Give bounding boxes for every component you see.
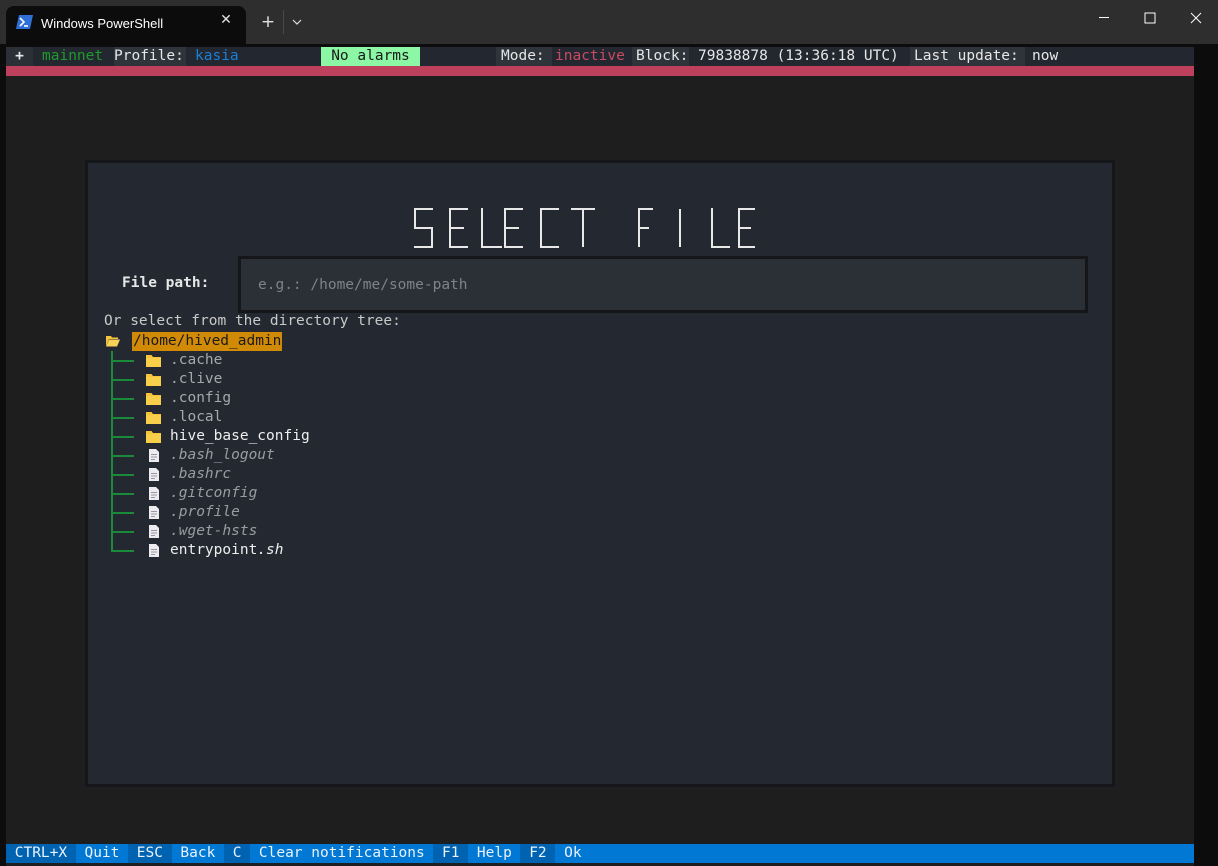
tree-branch <box>111 398 134 400</box>
new-tab-icon[interactable]: + <box>258 12 278 32</box>
folder-icon <box>146 355 161 367</box>
file-path-input[interactable] <box>238 256 1088 313</box>
tree-branch <box>111 550 134 552</box>
tree-branch <box>111 474 134 476</box>
tree-item-profile[interactable]: .profile <box>111 503 671 522</box>
tree-branch <box>111 493 134 495</box>
action-quit-button[interactable]: Quit <box>75 844 129 863</box>
tree-branch <box>111 531 134 533</box>
profile-value: kasia <box>195 48 239 64</box>
key-c[interactable]: C <box>224 844 251 863</box>
minimize-icon[interactable] <box>1081 0 1127 36</box>
tree-item-label: .profile <box>170 504 240 520</box>
tree-item-label: .config <box>170 390 232 406</box>
file-icon <box>149 468 159 481</box>
tab-title: Windows PowerShell <box>41 16 164 31</box>
tab-separator <box>283 10 284 34</box>
tree-item-local[interactable]: .local <box>111 408 671 427</box>
tree-item-bash-logout[interactable]: .bash_logout <box>111 446 671 465</box>
folder-open-icon <box>106 336 120 347</box>
tree-item-gitconfig[interactable]: .gitconfig <box>111 484 671 503</box>
tree-hint: Or select from the directory tree: <box>104 313 401 329</box>
status-bar: + mainnet Profile: kasia No alarms Mode:… <box>6 47 1194 66</box>
dialog-title: SELECT FILE <box>414 208 755 248</box>
action-back-button[interactable]: Back <box>171 844 224 863</box>
network-indicator: mainnet <box>42 48 104 64</box>
action-clear-notifications-button[interactable]: Clear notifications <box>250 844 434 863</box>
tree-item-label: .bashrc <box>170 466 232 482</box>
tree-branch <box>111 379 134 381</box>
notification-bar <box>6 66 1194 76</box>
tab-windows-powershell[interactable]: Windows PowerShell ✕ <box>6 6 246 44</box>
folder-icon <box>146 412 161 424</box>
terminal-area: + mainnet Profile: kasia No alarms Mode:… <box>6 44 1194 866</box>
file-path-label: File path: <box>122 275 210 291</box>
key-ctrl-x[interactable]: CTRL+X <box>6 844 76 863</box>
powershell-icon <box>16 15 33 29</box>
key-esc[interactable]: ESC <box>128 844 172 863</box>
select-file-dialog: SELECT FILE <box>85 160 1115 787</box>
file-icon <box>149 487 159 500</box>
block-label: Block: <box>632 47 689 66</box>
key-f1[interactable]: F1 <box>433 844 469 863</box>
tree-root-label: /home/hived_admin <box>132 332 283 351</box>
tree-item-hive-base-config[interactable]: hive_base_config <box>111 427 671 446</box>
tree-item-cache[interactable]: .cache <box>111 351 671 370</box>
tree-item-wget-hsts[interactable]: .wget-hsts <box>111 522 671 541</box>
profile-label: Profile: <box>114 47 186 66</box>
tree-item-label: .bash_logout <box>170 447 275 463</box>
file-icon <box>149 544 159 557</box>
key-f2[interactable]: F2 <box>520 844 556 863</box>
mode-value: inactive <box>555 48 625 64</box>
tree-item-entrypoint[interactable]: entrypoint.sh <box>111 541 671 560</box>
tree-branch <box>111 360 134 362</box>
mode-label: Mode: <box>496 47 552 66</box>
tree-item-label: .local <box>170 409 223 425</box>
folder-icon <box>146 374 161 386</box>
footer-keybindings: CTRL+X Quit ESC Back C Clear notificatio… <box>6 844 1194 863</box>
folder-icon <box>146 431 161 443</box>
tree-item-clive[interactable]: .clive <box>111 370 671 389</box>
chevron-down-icon[interactable] <box>288 12 306 32</box>
folder-icon <box>146 393 161 405</box>
tree-branch <box>111 417 134 419</box>
tree-item-label: .cache <box>170 352 223 368</box>
tree-item-label: entrypoint.sh <box>170 542 284 558</box>
action-ok-button[interactable]: Ok <box>555 844 591 863</box>
tree-item-label: .wget-hsts <box>170 523 258 539</box>
file-icon <box>149 449 159 462</box>
tree-item-label: .clive <box>170 371 223 387</box>
block-value: 79838878 (13:36:18 UTC) <box>698 48 899 64</box>
tree-branch <box>111 436 134 438</box>
close-tab-icon[interactable]: ✕ <box>218 12 234 28</box>
tree-item-label: .gitconfig <box>170 485 258 501</box>
last-update-label: Last update: <box>910 47 1025 66</box>
close-icon[interactable] <box>1173 0 1218 36</box>
tree-root[interactable]: /home/hived_admin <box>106 332 283 351</box>
tree-branch <box>111 512 134 514</box>
file-icon <box>149 506 159 519</box>
action-help-button[interactable]: Help <box>468 844 521 863</box>
tree-branch <box>111 455 134 457</box>
file-extension: .sh <box>257 542 284 558</box>
title-bar: Windows PowerShell ✕ + <box>0 0 1218 44</box>
maximize-icon[interactable] <box>1127 0 1173 36</box>
tree-item-label: hive_base_config <box>170 428 310 444</box>
file-icon <box>149 525 159 538</box>
expand-button[interactable]: + <box>6 47 33 66</box>
tree-item-config[interactable]: .config <box>111 389 671 408</box>
alarms-badge[interactable]: No alarms <box>321 47 420 66</box>
last-update-value: now <box>1032 48 1059 64</box>
tree-item-bashrc[interactable]: .bashrc <box>111 465 671 484</box>
